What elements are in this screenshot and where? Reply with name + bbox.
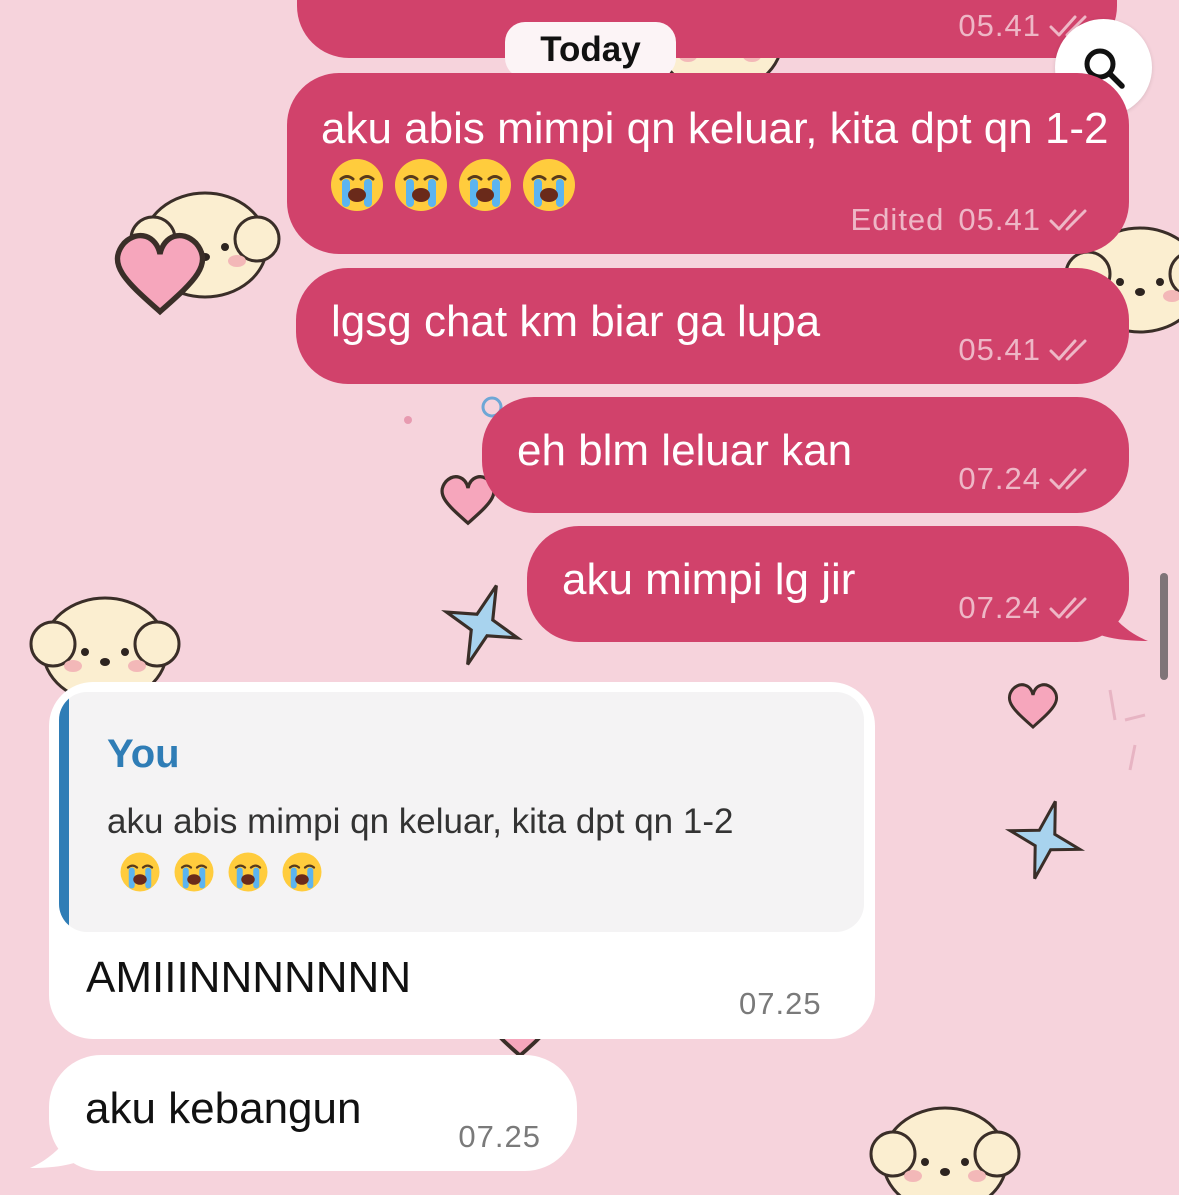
scrollbar[interactable]	[1160, 573, 1168, 680]
message-bubble-outgoing[interactable]: aku abis mimpi qn keluar, kita dpt qn 1-…	[287, 73, 1129, 254]
reply-accent-bar	[59, 692, 69, 932]
message-time: 07.25	[739, 986, 822, 1021]
message-text: lgsg chat km biar ga lupa	[331, 297, 821, 346]
crying-face-emoji-icon	[120, 852, 160, 892]
message-time: 07.24	[958, 461, 1041, 496]
message-bubble-outgoing[interactable]: aku mimpi lg jir 07.24	[527, 526, 1129, 642]
reply-text: aku abis mimpi qn keluar, kita dpt qn 1-…	[107, 796, 847, 900]
message-text: aku kebangun	[85, 1084, 362, 1133]
message-time: 07.24	[958, 590, 1041, 625]
message-time: 07.25	[458, 1119, 541, 1154]
message-meta: 07.25	[739, 986, 822, 1022]
message-bubble-outgoing[interactable]: 05.41	[297, 0, 1117, 58]
message-time: 05.41	[958, 202, 1041, 237]
message-meta: 07.24	[958, 461, 1095, 497]
crying-face-emoji-icon	[395, 159, 447, 211]
message-meta: 07.25	[458, 1119, 541, 1155]
read-ticks-icon	[1049, 468, 1087, 490]
reply-sender: You	[107, 732, 180, 776]
message-text: eh blm leluar kan	[517, 426, 853, 475]
message-time: 05.41	[958, 332, 1041, 367]
crying-face-emoji-icon	[174, 852, 214, 892]
read-ticks-icon	[1049, 209, 1087, 231]
message-bubble-incoming[interactable]: aku kebangun 07.25	[49, 1055, 577, 1171]
message-text: AMIIINNNNNNN	[86, 953, 412, 1002]
crying-face-emoji-icon	[523, 159, 575, 211]
message-meta: Edited 05.41	[851, 202, 1095, 238]
crying-face-emoji-icon	[228, 852, 268, 892]
date-separator: Today	[505, 22, 676, 78]
crying-face-emoji-icon	[331, 159, 383, 211]
message-text: aku mimpi lg jir	[562, 555, 856, 604]
message-meta: 05.41	[958, 332, 1095, 368]
message-meta: 07.24	[958, 590, 1095, 626]
reply-quote[interactable]: You aku abis mimpi qn keluar, kita dpt q…	[59, 692, 864, 932]
crying-face-emoji-icon	[459, 159, 511, 211]
read-ticks-icon	[1049, 339, 1087, 361]
message-time: 05.41	[958, 8, 1041, 43]
message-bubble-outgoing[interactable]: eh blm leluar kan 07.24	[482, 397, 1129, 513]
read-ticks-icon	[1049, 597, 1087, 619]
message-text: aku abis mimpi qn keluar, kita dpt qn 1-…	[321, 101, 1111, 217]
crying-face-emoji-icon	[282, 852, 322, 892]
edited-label: Edited	[850, 202, 945, 237]
message-bubble-outgoing[interactable]: lgsg chat km biar ga lupa 05.41	[296, 268, 1129, 384]
